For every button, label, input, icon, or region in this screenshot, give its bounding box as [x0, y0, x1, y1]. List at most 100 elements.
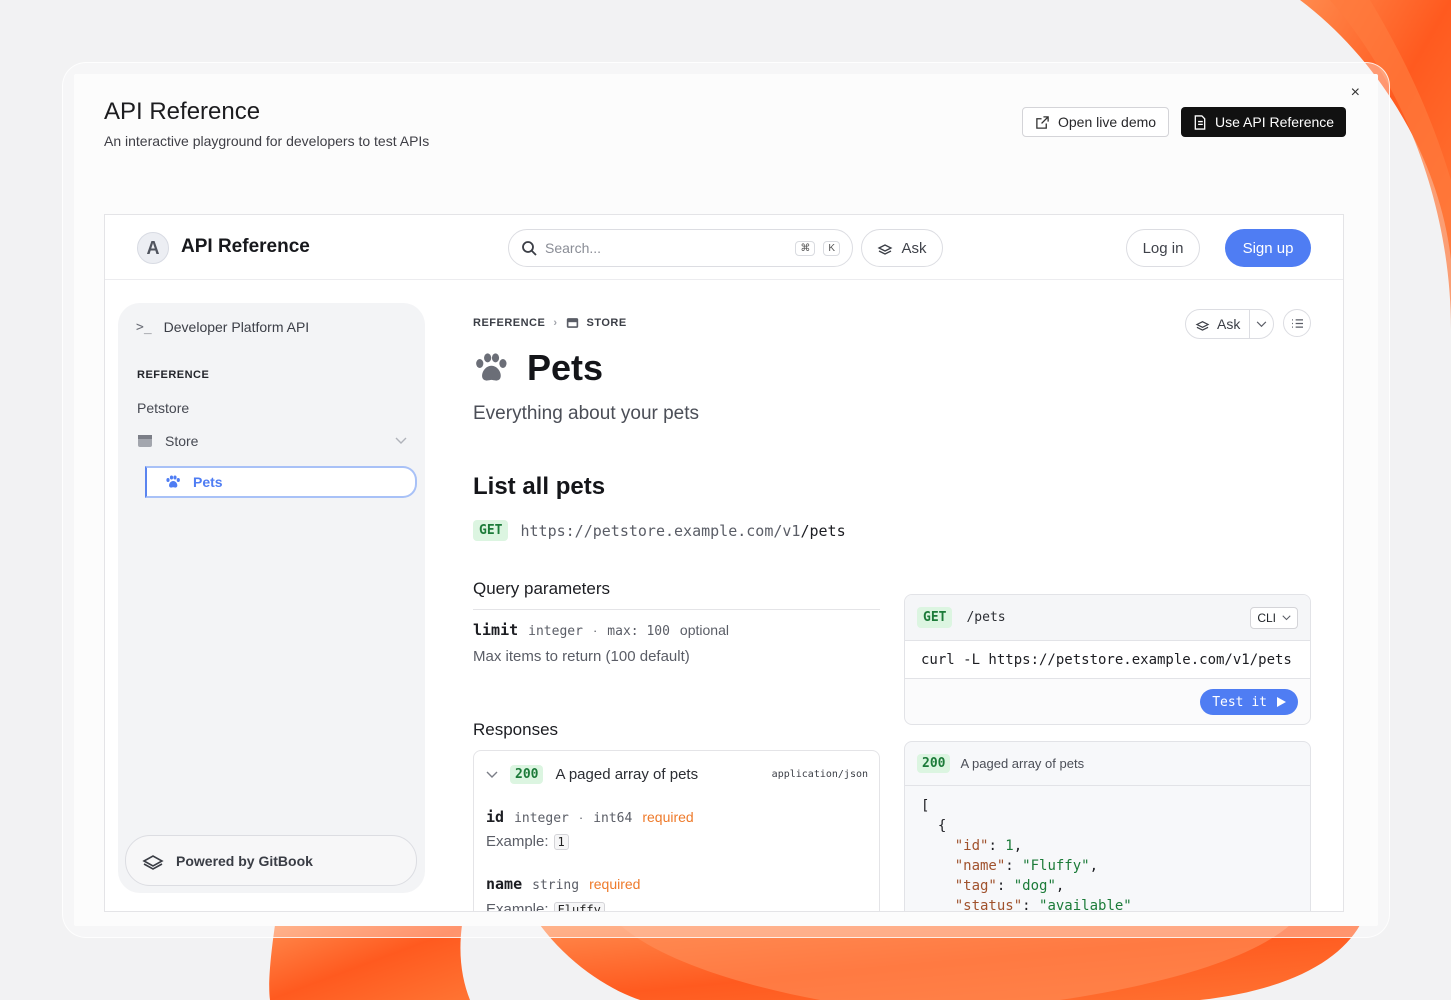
response-description: A paged array of pets: [555, 766, 699, 783]
json-key: "id": [954, 838, 989, 854]
field-name: name: [486, 875, 523, 893]
json-value: "Fluffy": [1022, 858, 1090, 874]
field-row-id: id integer · int64 required: [486, 808, 694, 826]
param-row: limit integer · max: 100 optional: [473, 621, 729, 639]
sidebar-header-label: Developer Platform API: [163, 319, 310, 335]
param-name: limit: [473, 621, 519, 639]
sidebar: >_ Developer Platform API REFERENCE Pets…: [118, 303, 425, 893]
site-preview: A API Reference ⌘ K Ask Log in Sign up: [104, 214, 1344, 912]
close-icon[interactable]: ×: [1351, 84, 1360, 102]
example-value: Fluffy: [553, 901, 605, 911]
page-ask-dropdown[interactable]: [1249, 310, 1273, 338]
breadcrumb: REFERENCE › STORE: [473, 317, 627, 329]
gitbook-icon: [142, 854, 164, 870]
signup-button[interactable]: Sign up: [1225, 229, 1311, 267]
use-api-reference-button[interactable]: Use API Reference: [1181, 107, 1347, 137]
json-key: "name": [954, 858, 1006, 874]
store-icon: [566, 318, 578, 328]
signup-label: Sign up: [1242, 239, 1294, 257]
use-api-reference-label: Use API Reference: [1215, 114, 1335, 130]
language-select[interactable]: CLI: [1250, 606, 1298, 629]
example-label: Example:: [486, 833, 549, 850]
field-example-name: Example: Fluffy: [486, 901, 605, 911]
search-box[interactable]: ⌘ K: [508, 229, 853, 267]
json-array-open: [: [921, 798, 930, 814]
query-params-heading: Query parameters: [473, 579, 610, 598]
divider: [473, 609, 880, 610]
json-object-open: {: [937, 818, 947, 834]
field-required: required: [589, 876, 641, 892]
chevron-down-icon: [486, 771, 498, 778]
sidebar-item-label: Petstore: [137, 400, 190, 416]
site-name[interactable]: API Reference: [181, 236, 310, 258]
sparkle-stack-icon: [1195, 320, 1210, 331]
page-title: Pets: [473, 347, 603, 389]
field-example-id: Example: 1: [486, 833, 569, 850]
login-button[interactable]: Log in: [1126, 229, 1200, 267]
param-optional: optional: [679, 622, 729, 638]
sidebar-item-petstore[interactable]: Petstore: [137, 400, 189, 416]
response-json: [ { "id": 1, "name": "Fluffy", "tag": "d…: [921, 798, 1132, 912]
json-key: "tag": [954, 878, 997, 894]
response-panel-description: A paged array of pets: [960, 756, 1085, 771]
open-live-demo-label: Open live demo: [1058, 114, 1157, 130]
shortcut-cmd: ⌘: [795, 240, 816, 256]
store-icon: [138, 435, 152, 447]
response-panel-header[interactable]: 200 A paged array of pets: [905, 742, 1310, 786]
sidebar-header[interactable]: >_ Developer Platform API: [136, 319, 309, 335]
field-required: required: [642, 809, 694, 825]
breadcrumb-reference[interactable]: REFERENCE: [473, 317, 545, 329]
dialog-subtitle: An interactive playground for developers…: [104, 133, 430, 149]
chevron-down-icon: [1257, 320, 1267, 327]
response-panel: 200 A paged array of pets [ { "id": 1, "…: [904, 741, 1311, 912]
shortcut-key: K: [823, 240, 840, 256]
endpoint-url: GET https://petstore.example.com/v1/pets: [473, 520, 846, 541]
paw-icon: [166, 475, 180, 488]
field-type: integer: [514, 811, 569, 826]
login-label: Log in: [1142, 239, 1184, 257]
method-badge: GET: [473, 520, 509, 541]
language-select-value: CLI: [1257, 610, 1276, 625]
field-type: string: [532, 878, 580, 893]
powered-by-gitbook[interactable]: Powered by GitBook: [125, 835, 417, 886]
open-live-demo-button[interactable]: Open live demo: [1022, 107, 1170, 137]
breadcrumb-store[interactable]: STORE: [587, 317, 627, 329]
search-input[interactable]: [545, 240, 788, 256]
play-icon: [1277, 697, 1286, 707]
page-ask-label: Ask: [1217, 316, 1241, 332]
test-it-button[interactable]: Test it: [1200, 689, 1298, 715]
responses-heading: Responses: [473, 720, 559, 739]
param-constraint-label: max:: [607, 624, 639, 639]
test-it-label: Test it: [1212, 694, 1267, 710]
request-method-badge: GET: [917, 607, 953, 628]
response-panel-code: 200: [917, 754, 951, 773]
url-base: https://petstore.example.com/v1: [520, 521, 801, 540]
request-path: /pets: [966, 610, 1006, 625]
page-ask-button[interactable]: Ask: [1185, 309, 1275, 339]
json-value: "available": [1039, 898, 1132, 912]
response-row[interactable]: 200 A paged array of pets application/js…: [486, 765, 868, 784]
sidebar-item-pets[interactable]: Pets: [145, 466, 417, 498]
sparkle-stack-icon: [878, 244, 893, 255]
param-type: integer: [528, 624, 583, 639]
list-icon: [1291, 318, 1303, 328]
search-icon: [522, 241, 537, 256]
site-logo[interactable]: A: [137, 232, 169, 264]
chevron-down-icon[interactable]: [395, 437, 407, 445]
ask-label: Ask: [901, 239, 927, 257]
terminal-icon: >_: [136, 319, 152, 335]
param-description: Max items to return (100 default): [473, 648, 690, 665]
endpoint-title: List all pets: [473, 473, 606, 500]
sidebar-item-store[interactable]: Store: [137, 433, 407, 449]
table-of-contents-button[interactable]: [1283, 309, 1311, 337]
response-code: 200: [510, 765, 544, 784]
ask-button[interactable]: Ask: [861, 229, 943, 267]
curl-command[interactable]: curl -L https://petstore.example.com/v1/…: [905, 641, 1310, 679]
param-constraint-value: 100: [646, 624, 670, 639]
sidebar-item-label: Pets: [193, 474, 223, 490]
sidebar-item-label: Store: [165, 433, 199, 449]
content-type: application/json: [771, 769, 868, 780]
page-ask-main[interactable]: Ask: [1186, 316, 1249, 332]
request-panel-header: GET /pets CLI: [905, 595, 1310, 641]
json-key: "status": [954, 898, 1023, 912]
